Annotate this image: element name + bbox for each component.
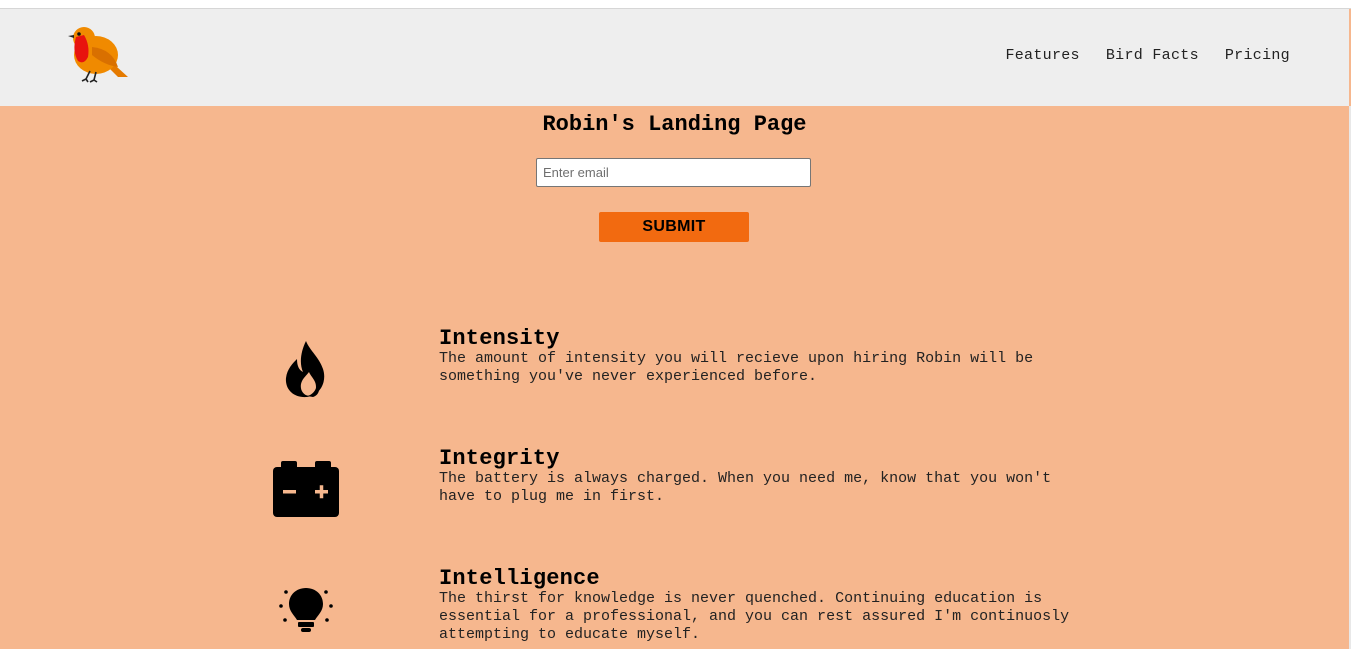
feature-title: Integrity (439, 446, 560, 471)
feature-description: The thirst for knowledge is never quench… (439, 590, 1070, 643)
main-nav: Features Bird Facts Pricing (1005, 47, 1290, 64)
site-header: Features Bird Facts Pricing (0, 9, 1349, 106)
submit-button[interactable]: SUBMIT (599, 212, 749, 242)
browser-top-edge (0, 0, 1351, 9)
nav-features-link[interactable]: Features (1005, 47, 1079, 64)
feature-title: Intelligence (439, 566, 600, 591)
battery-icon (260, 454, 352, 524)
robin-bird-icon (68, 27, 128, 83)
robin-logo[interactable] (66, 21, 132, 83)
email-input[interactable] (536, 158, 811, 187)
lightbulb-icon (260, 574, 352, 644)
page-title: Robin's Landing Page (542, 112, 807, 137)
nav-pricing-link[interactable]: Pricing (1225, 47, 1290, 64)
nav-bird-facts-link[interactable]: Bird Facts (1106, 47, 1199, 64)
feature-description: The amount of intensity you will recieve… (439, 350, 1034, 385)
fire-icon (260, 334, 352, 404)
feature-description: The battery is always charged. When you … (439, 470, 1052, 505)
feature-title: Intensity (439, 326, 560, 351)
